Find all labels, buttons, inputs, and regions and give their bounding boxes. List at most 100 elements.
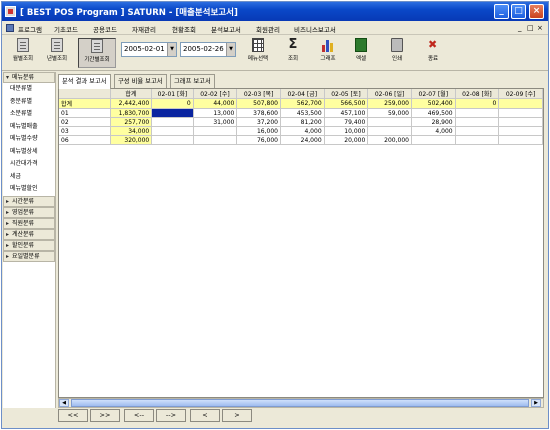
- column-header[interactable]: 02-02 [수]: [193, 89, 238, 99]
- table-cell[interactable]: 20,000: [324, 135, 369, 145]
- table-cell[interactable]: 320,000: [110, 135, 153, 145]
- column-header[interactable]: 합계: [110, 89, 153, 99]
- group-staff-category[interactable]: ▸ 직원분류: [3, 217, 55, 229]
- table-cell[interactable]: 24,000: [280, 135, 325, 145]
- table-cell[interactable]: 28,900: [411, 117, 456, 127]
- maximize-button[interactable]: □: [511, 4, 526, 19]
- table-cell[interactable]: 453,500: [280, 108, 325, 118]
- print-button[interactable]: 인쇄: [386, 38, 408, 68]
- group-weekday-category[interactable]: ▸ 요일별분류: [3, 250, 55, 262]
- table-cell[interactable]: [367, 117, 412, 127]
- table-cell[interactable]: 10,000: [324, 126, 369, 136]
- table-cell[interactable]: [498, 126, 543, 136]
- monthly-query-button[interactable]: 월별조회: [10, 38, 36, 68]
- menu-status[interactable]: 현황조회: [172, 24, 196, 34]
- table-cell[interactable]: 1,830,700: [110, 108, 153, 118]
- table-row[interactable]: 06 320,000 76,000 24,000 20,000 200,000: [59, 135, 543, 145]
- date-to-field[interactable]: 2005-02-26 ▼: [180, 42, 236, 57]
- table-cell[interactable]: 76,000: [236, 135, 281, 145]
- table-cell[interactable]: 16,000: [236, 126, 281, 136]
- group-time-category[interactable]: ▸ 시간분류: [3, 195, 55, 207]
- column-header[interactable]: 02-07 [월]: [411, 89, 456, 99]
- menu-select-button[interactable]: 메뉴선택: [245, 38, 271, 68]
- sidebar-item-minor-category[interactable]: 소분류별: [3, 108, 55, 121]
- table-cell[interactable]: 4,000: [280, 126, 325, 136]
- column-header[interactable]: 02-04 [금]: [280, 89, 325, 99]
- sidebar-item-tax[interactable]: 세금: [3, 171, 55, 184]
- chevron-down-icon[interactable]: ▼: [167, 43, 176, 56]
- sidebar-item-time-price[interactable]: 시간대가격: [3, 158, 55, 171]
- tab-analysis-result[interactable]: 분석 결과 보고서: [58, 74, 111, 89]
- table-row[interactable]: 03 34,000 16,000 4,000 10,000 4,000: [59, 126, 543, 136]
- table-cell[interactable]: [455, 126, 500, 136]
- selected-cell[interactable]: [151, 108, 194, 118]
- table-cell[interactable]: 200,000: [367, 135, 412, 145]
- tab-composition-ratio[interactable]: 구성 비율 보고서: [114, 74, 167, 88]
- sidebar-item-menu-quantity[interactable]: 메뉴별수량: [3, 133, 55, 146]
- table-cell[interactable]: 13,000: [193, 108, 238, 118]
- table-cell[interactable]: [193, 135, 238, 145]
- next-button[interactable]: >: [222, 409, 252, 422]
- table-cell[interactable]: 34,000: [110, 126, 153, 136]
- menu-common-code[interactable]: 공용코드: [93, 24, 117, 34]
- sidebar-item-major-category[interactable]: 대분류별: [3, 83, 55, 96]
- horizontal-scrollbar[interactable]: ◀ ▶: [58, 398, 544, 408]
- group-menu-category[interactable]: ▾ 메뉴분류: [3, 72, 55, 83]
- table-cell[interactable]: 566,500: [324, 98, 369, 109]
- table-cell[interactable]: [498, 98, 543, 109]
- column-header[interactable]: 02-06 [일]: [367, 89, 412, 99]
- table-cell[interactable]: [498, 135, 543, 145]
- column-header[interactable]: 02-08 [화]: [455, 89, 500, 99]
- scroll-left-icon[interactable]: ◀: [59, 399, 69, 407]
- menu-analysis-report[interactable]: 분석보고서: [211, 24, 241, 34]
- menu-material[interactable]: 자재관리: [132, 24, 156, 34]
- mdi-close-icon[interactable]: ×: [537, 24, 543, 32]
- table-cell[interactable]: 2,442,400: [110, 98, 153, 109]
- next-group-button[interactable]: -->: [156, 409, 186, 422]
- group-payment-category[interactable]: ▸ 계산분류: [3, 228, 55, 240]
- sidebar-item-menu-discount[interactable]: 메뉴별할인: [3, 183, 55, 196]
- table-cell[interactable]: [498, 108, 543, 118]
- table-cell[interactable]: [455, 135, 500, 145]
- prev-group-button[interactable]: <--: [124, 409, 154, 422]
- table-cell[interactable]: [455, 117, 500, 127]
- menu-base-code[interactable]: 기초코드: [54, 24, 78, 34]
- column-header[interactable]: 02-03 [목]: [236, 89, 281, 99]
- yearly-query-button[interactable]: 년별조회: [44, 38, 70, 68]
- exit-button[interactable]: 종료: [422, 38, 444, 68]
- sidebar-item-middle-category[interactable]: 중분류별: [3, 96, 55, 109]
- table-cell[interactable]: [411, 135, 456, 145]
- table-cell[interactable]: 0: [151, 98, 194, 109]
- menu-member[interactable]: 회원관리: [256, 24, 280, 34]
- table-cell[interactable]: 457,100: [324, 108, 369, 118]
- mdi-restore-icon[interactable]: □: [527, 24, 534, 32]
- mdi-minimize-icon[interactable]: _: [518, 24, 522, 32]
- table-row-total[interactable]: 합계 2,442,400 0 44,000 507,800 562,700 56…: [59, 98, 543, 109]
- table-cell[interactable]: [151, 117, 194, 127]
- sidebar-item-menu-sales[interactable]: 메뉴별매출: [3, 121, 55, 134]
- table-cell[interactable]: 0: [455, 98, 500, 109]
- table-cell[interactable]: 562,700: [280, 98, 325, 109]
- group-discount-category[interactable]: ▸ 할인분류: [3, 239, 55, 251]
- first-page-button[interactable]: <<: [58, 409, 88, 422]
- table-row[interactable]: 02 257,700 31,000 37,200 81,200 79,400 2…: [59, 117, 543, 127]
- table-cell[interactable]: 59,000: [367, 108, 412, 118]
- scroll-right-icon[interactable]: ▶: [531, 399, 541, 407]
- column-header[interactable]: 02-05 [토]: [324, 89, 369, 99]
- chevron-down-icon[interactable]: ▼: [226, 43, 235, 56]
- table-cell[interactable]: 507,800: [236, 98, 281, 109]
- table-cell[interactable]: [367, 126, 412, 136]
- table-cell[interactable]: [193, 126, 238, 136]
- last-page-button[interactable]: >>: [90, 409, 120, 422]
- close-button[interactable]: ×: [529, 4, 544, 19]
- table-cell[interactable]: 259,000: [367, 98, 412, 109]
- table-cell[interactable]: 4,000: [411, 126, 456, 136]
- column-header[interactable]: 02-09 [수]: [498, 89, 543, 99]
- column-header[interactable]: 02-01 [화]: [151, 89, 194, 99]
- table-row[interactable]: 01 1,830,700 13,000 378,600 453,500 457,…: [59, 108, 543, 118]
- table-cell[interactable]: 37,200: [236, 117, 281, 127]
- tab-graph-report[interactable]: 그래프 보고서: [170, 74, 215, 88]
- table-cell[interactable]: [455, 108, 500, 118]
- excel-button[interactable]: 엑셀: [350, 38, 372, 68]
- table-cell[interactable]: [151, 126, 194, 136]
